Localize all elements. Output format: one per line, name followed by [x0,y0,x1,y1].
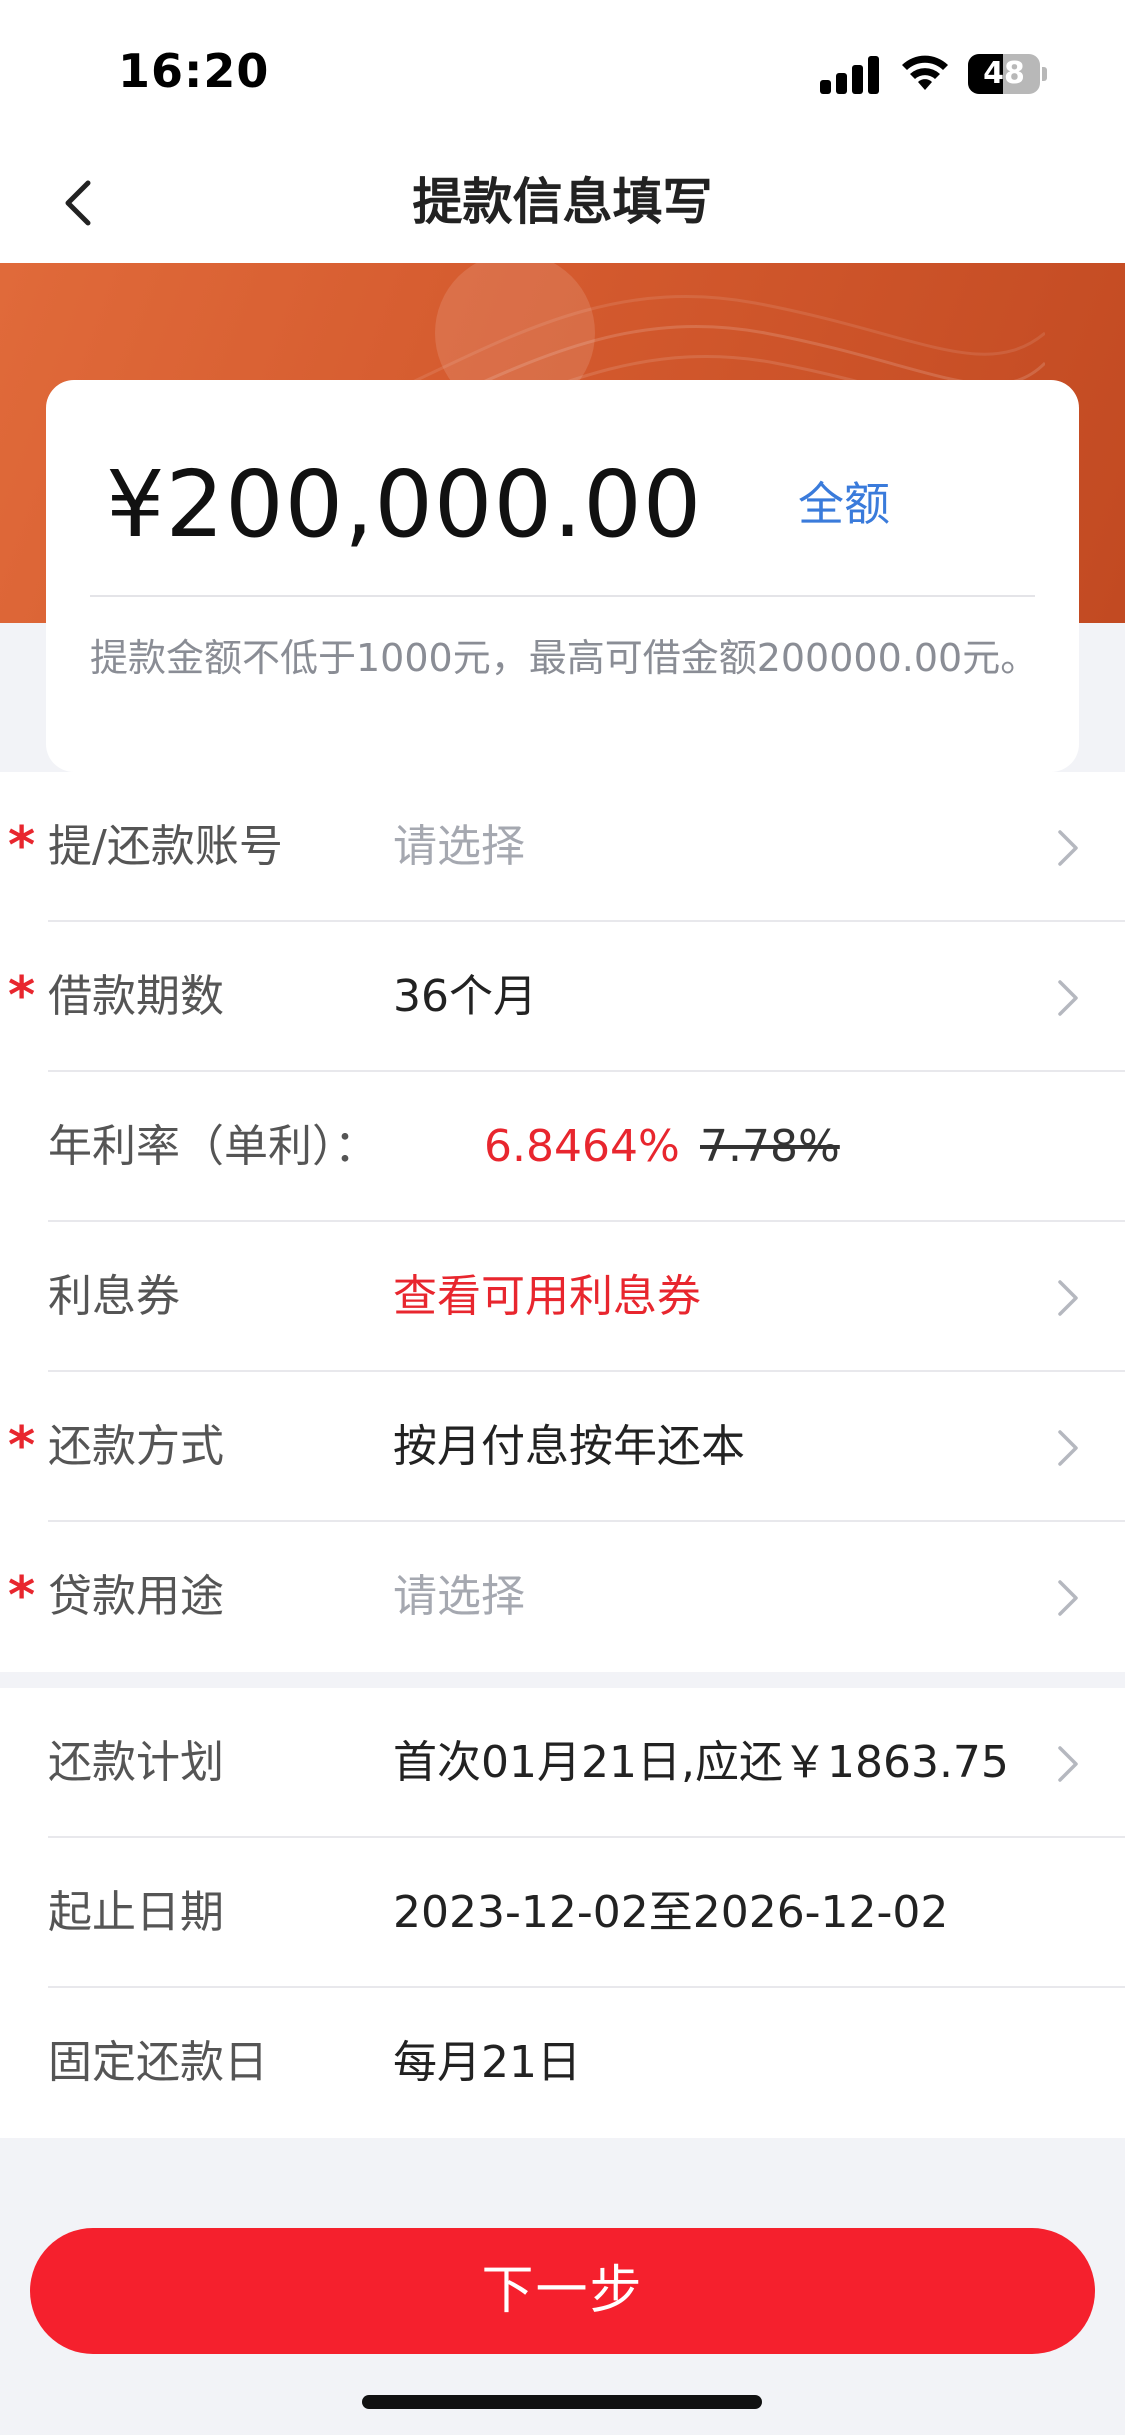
chevron-right-icon [1058,1580,1078,1616]
required-mark: * [8,966,36,1026]
battery-level-text: 48 [983,56,1025,91]
fixed-day-row: 固定还款日 每月21日 [0,1988,1125,2138]
term-row[interactable]: * 借款期数 36个月 [0,922,1125,1072]
term-select[interactable]: 36个月 [393,966,537,1028]
signal-icon [820,56,880,94]
amount-hint: 提款金额不低于1000元，最高可借金额200000.00元。 [90,636,1039,680]
fixed-day-value: 每月21日 [393,2037,581,2088]
chevron-right-icon [1058,1746,1078,1782]
schedule-value: 首次01月21日,应还￥1863.75 [393,1737,1009,1788]
coupon-label: 利息券 [48,1271,180,1322]
dates-row: 起止日期 2023-12-02至2026-12-02 [0,1838,1125,1988]
status-time: 16:20 [118,44,270,98]
repay-method-row[interactable]: * 还款方式 按月付息按年还本 [0,1372,1125,1522]
repayment-plan-section: 还款计划 首次01月21日,应还￥1863.75 起止日期 2023-12-02… [0,1688,1125,2138]
rate-original: 7.78% [700,1121,840,1172]
repay-method-select[interactable]: 按月付息按年还本 [393,1416,745,1478]
nav-bar: 提款信息填写 [0,145,1125,263]
wifi-icon [902,55,948,90]
coupon-row[interactable]: 利息券 查看可用利息券 [0,1222,1125,1372]
required-mark: * [8,1566,36,1626]
purpose-label: 贷款用途 [48,1571,224,1622]
account-label: 提/还款账号 [48,821,283,872]
rate-row: 年利率（单利）： 6.8464% 7.78% [0,1072,1125,1222]
dates-value: 2023-12-02至2026-12-02 [393,1887,949,1938]
required-mark: * [8,816,36,876]
loan-form: * 提/还款账号 请选择 * 借款期数 36个月 年利率（单利）： 6.8464… [0,772,1125,1672]
chevron-right-icon [1058,1430,1078,1466]
account-row[interactable]: * 提/还款账号 请选择 [0,772,1125,922]
battery-icon: 48 [968,54,1048,94]
schedule-label: 还款计划 [48,1737,224,1788]
purpose-select[interactable]: 请选择 [393,1566,525,1628]
page: 16:20 48 提款信息填写 ¥200,000.00 全额 提款金额不低于10… [0,0,1125,2435]
rate-current: 6.8464% [484,1121,680,1172]
chevron-right-icon [1058,830,1078,866]
next-button[interactable]: 下一步 [30,2228,1095,2354]
term-label: 借款期数 [48,971,224,1022]
fixed-day-label: 固定还款日 [48,2037,268,2088]
dates-label: 起止日期 [48,1887,224,1938]
chevron-right-icon [1058,980,1078,1016]
page-title: 提款信息填写 [412,173,713,231]
chevron-right-icon [1058,1280,1078,1316]
home-indicator [362,2395,762,2409]
divider [90,595,1035,597]
rate-label: 年利率（单利）： [48,1121,378,1172]
status-bar: 16:20 48 [0,0,1125,145]
amount-card: ¥200,000.00 全额 提款金额不低于1000元，最高可借金额200000… [46,380,1079,772]
required-mark: * [8,1416,36,1476]
amount-input[interactable]: ¥200,000.00 [106,450,702,560]
coupon-link[interactable]: 查看可用利息券 [393,1266,701,1328]
repay-method-label: 还款方式 [48,1421,224,1472]
full-amount-button[interactable]: 全额 [798,472,890,536]
account-select[interactable]: 请选择 [393,816,525,878]
purpose-row[interactable]: * 贷款用途 请选择 [0,1522,1125,1672]
schedule-row[interactable]: 还款计划 首次01月21日,应还￥1863.75 [0,1688,1125,1838]
